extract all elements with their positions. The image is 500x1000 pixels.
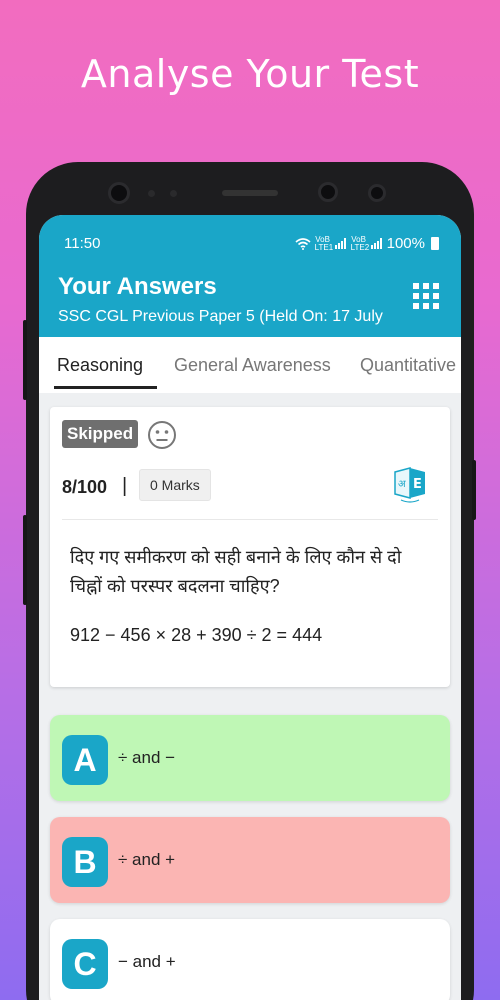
status-time: 11:50 [64, 235, 101, 252]
network-label: VoB LTE1 [314, 234, 334, 252]
phone-volume-button [23, 515, 27, 605]
option-letter: A [62, 735, 108, 785]
status-badge: Skipped [62, 420, 139, 448]
phone-speaker [222, 190, 278, 196]
question-number: 8/100 [62, 477, 108, 497]
battery-icon [431, 237, 439, 250]
phone-sensor [170, 190, 177, 197]
option-letter: C [62, 939, 108, 989]
tab-quantitative[interactable]: Quantitative [360, 355, 456, 376]
wifi-icon [295, 237, 311, 250]
signal-icon [334, 238, 346, 249]
tab-reasoning[interactable]: Reasoning [57, 355, 143, 376]
tab-general-awareness[interactable]: General Awareness [174, 355, 331, 376]
option-text: − and + [118, 952, 176, 971]
svg-text:E: E [413, 477, 422, 492]
promo-title: Analyse Your Test [80, 52, 420, 96]
page-subtitle: SSC CGL Previous Paper 5 (Held On: 17 Ju… [58, 308, 383, 325]
phone-power-button [472, 460, 476, 520]
option-letter: B [62, 837, 108, 887]
app-header: 11:50 VoB LTE1 VoB LTE2 100% Your Answer… [39, 215, 461, 337]
phone-front-camera [108, 182, 130, 204]
section-tabs: Reasoning General Awareness Quantitative [39, 337, 461, 393]
option-b[interactable]: B ÷ and + [50, 817, 450, 903]
question-equation: 912 − 456 × 28 + 390 ÷ 2 = 444 [70, 625, 323, 645]
question-text: दिए गए समीकरण को सही बनाने के लिए कौन से… [70, 547, 402, 596]
option-text: ÷ and + [118, 850, 176, 869]
signal-icon [370, 238, 382, 249]
battery-text: 100% [386, 235, 425, 252]
option-a[interactable]: A ÷ and − [50, 715, 450, 801]
language-toggle-icon[interactable]: अ E [393, 464, 427, 504]
marks-badge: 0 Marks [139, 469, 211, 501]
neutral-face-icon [148, 421, 176, 449]
question-grid-icon[interactable] [413, 283, 439, 309]
active-tab-indicator [54, 386, 157, 389]
page-title: Your Answers [58, 273, 217, 300]
phone-camera-right [318, 182, 338, 202]
phone-camera-right-2 [368, 184, 386, 202]
phone-sensor [148, 190, 155, 197]
card-divider [62, 519, 438, 520]
status-icons: VoB LTE1 VoB LTE2 100% [295, 235, 439, 252]
question-separator: | [122, 475, 128, 497]
question-card: Skipped 8/100 | 0 Marks अ E दिए गए समीकर… [50, 407, 450, 687]
app-screen: 11:50 VoB LTE1 VoB LTE2 100% Your Answer… [39, 215, 461, 1000]
phone-volume-button [23, 320, 27, 400]
svg-text:अ: अ [398, 479, 406, 490]
option-text: ÷ and − [118, 748, 176, 767]
network-label: VoB LTE2 [350, 234, 370, 252]
option-c[interactable]: C − and + [50, 919, 450, 1000]
